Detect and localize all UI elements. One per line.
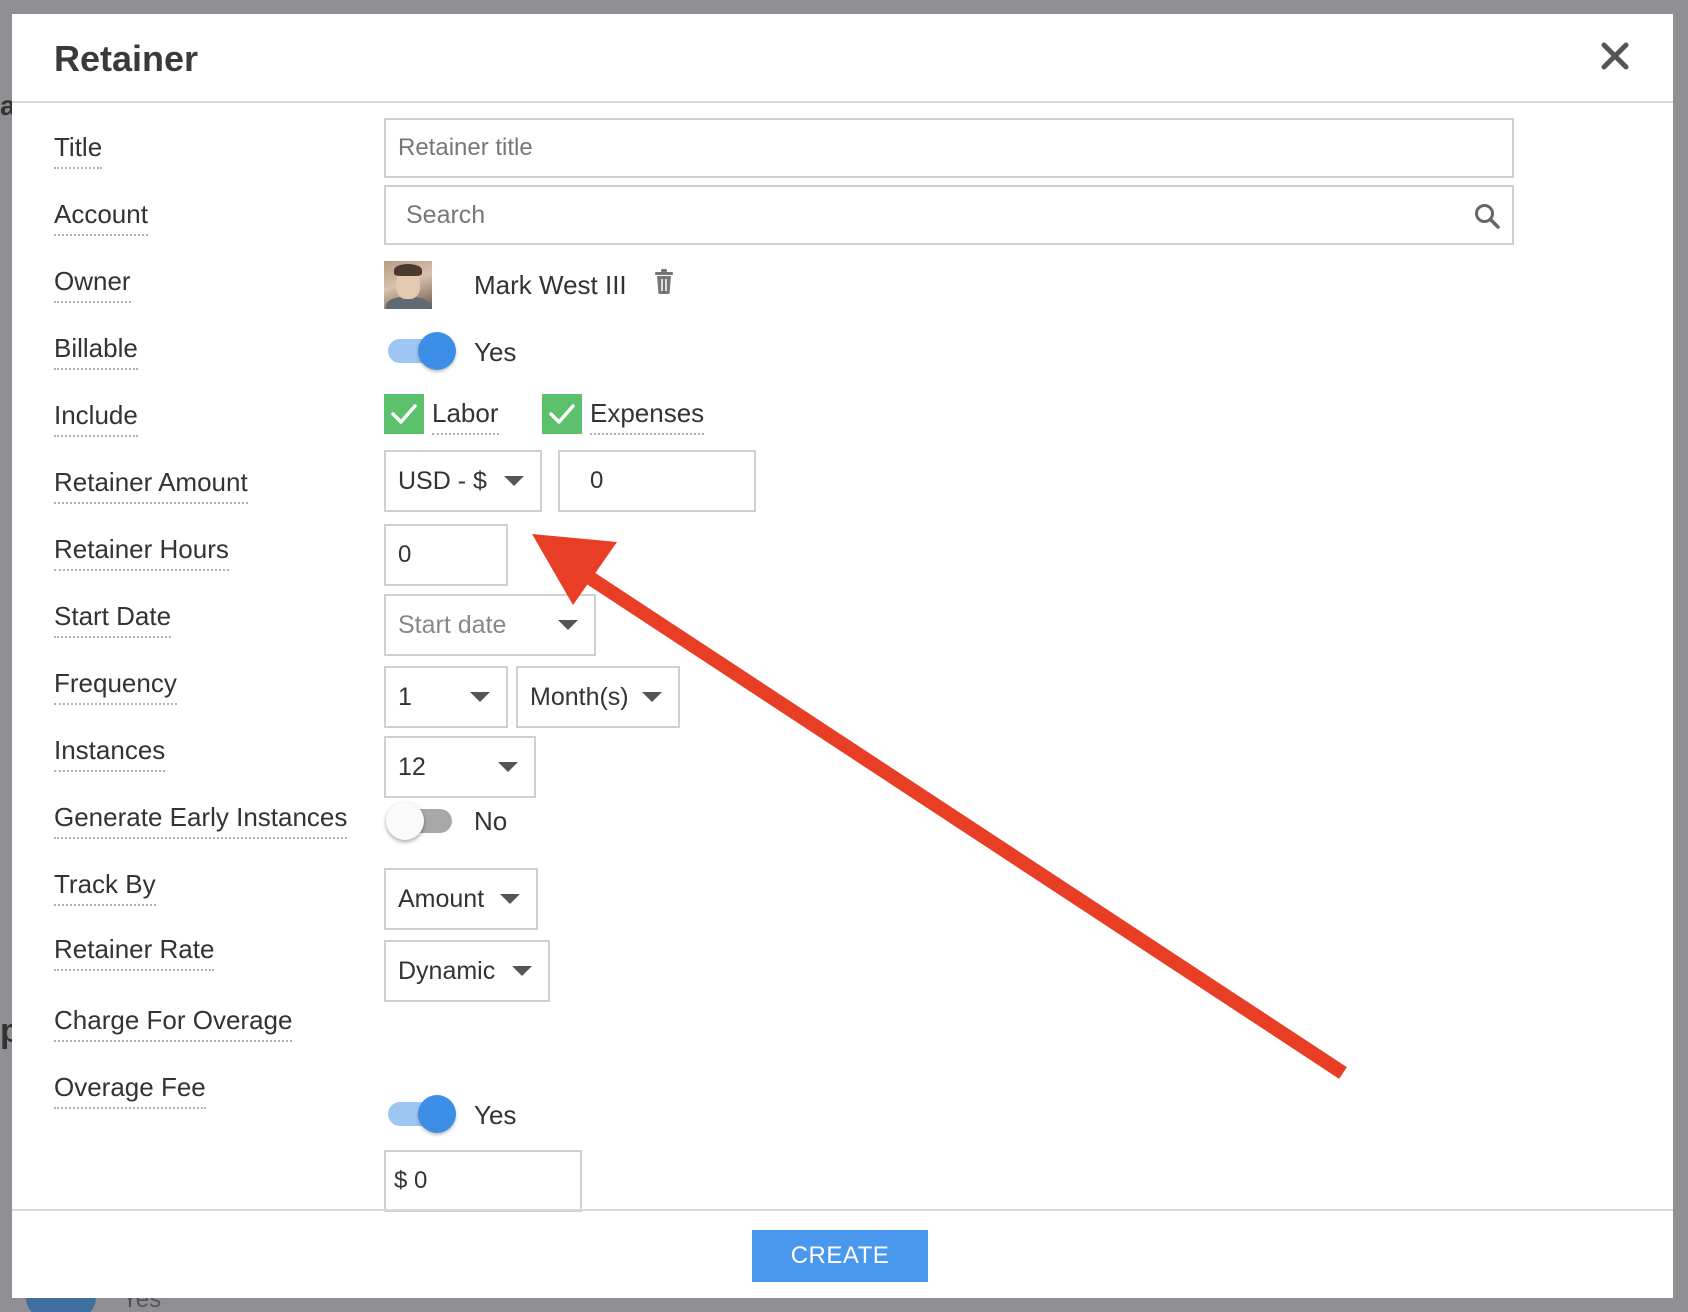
billable-toggle[interactable]: [386, 330, 458, 370]
retainer-amount-input[interactable]: [558, 450, 756, 512]
dialog-header: Retainer: [12, 14, 1673, 103]
retainer-rate-label: Retainer Rate: [54, 934, 215, 971]
frequency-count-select[interactable]: 1: [384, 666, 508, 728]
overage-fee-input[interactable]: [384, 1150, 582, 1212]
owner-label: Owner: [54, 266, 131, 303]
charge-for-overage-label: Charge For Overage: [54, 1005, 293, 1042]
start-date-picker[interactable]: Start date: [384, 594, 596, 656]
account-label: Account: [54, 199, 148, 236]
expenses-checkbox[interactable]: [542, 394, 582, 434]
frequency-unit-value: Month(s): [530, 682, 629, 711]
account-search: [384, 185, 1514, 245]
billable-toggle-text: Yes: [474, 337, 517, 367]
instances-select[interactable]: 12: [384, 736, 536, 798]
retainer-hours-input[interactable]: [384, 524, 508, 586]
labor-checkbox-label[interactable]: Labor: [432, 398, 499, 435]
retainer-rate-value: Dynamic: [398, 956, 496, 985]
chevron-down-icon: [470, 692, 490, 702]
retainer-hours-label: Retainer Hours: [54, 534, 229, 571]
instances-label: Instances: [54, 735, 166, 772]
frequency-label: Frequency: [54, 668, 177, 705]
chevron-down-icon: [512, 966, 532, 976]
currency-select-value: USD - $: [398, 466, 487, 495]
chevron-down-icon: [498, 762, 518, 772]
generate-early-instances-toggle-text: No: [474, 806, 508, 836]
retainer-amount-label: Retainer Amount: [54, 467, 248, 504]
account-search-input[interactable]: [384, 185, 1514, 245]
generate-early-instances-label: Generate Early Instances: [54, 802, 348, 839]
track-by-label: Track By: [54, 869, 156, 906]
avatar: [384, 261, 432, 309]
owner-name: Mark West III: [474, 270, 627, 300]
chevron-down-icon: [504, 476, 524, 486]
charge-for-overage-toggle-text: Yes: [474, 1100, 517, 1130]
track-by-value: Amount: [398, 884, 485, 913]
chevron-down-icon: [558, 620, 578, 630]
overage-fee-label: Overage Fee: [54, 1072, 206, 1109]
chevron-down-icon: [642, 692, 662, 702]
start-date-placeholder: Start date: [398, 610, 507, 639]
retainer-dialog: Retainer Title Account Owner Mark West I…: [12, 14, 1673, 1298]
track-by-select[interactable]: Amount: [384, 868, 538, 930]
dialog-footer: CREATE: [12, 1209, 1673, 1298]
expenses-checkbox-label[interactable]: Expenses: [590, 398, 705, 435]
billable-label: Billable: [54, 333, 138, 370]
charge-for-overage-switch[interactable]: [386, 1093, 458, 1133]
frequency-count-value: 1: [398, 682, 412, 711]
chevron-down-icon: [500, 894, 520, 904]
trash-icon[interactable]: [652, 268, 676, 296]
include-label: Include: [54, 400, 138, 437]
start-date-label: Start Date: [54, 601, 172, 638]
title-label: Title: [54, 132, 103, 169]
currency-select[interactable]: USD - $: [384, 450, 542, 512]
generate-early-instances-toggle[interactable]: [386, 800, 458, 840]
instances-value: 12: [398, 752, 426, 781]
labor-checkbox[interactable]: [384, 394, 424, 434]
dialog-title: Retainer: [54, 38, 199, 79]
retainer-rate-select[interactable]: Dynamic: [384, 940, 550, 1002]
create-button[interactable]: CREATE: [752, 1230, 928, 1282]
title-input[interactable]: [384, 118, 1514, 178]
search-icon[interactable]: [1474, 203, 1500, 229]
frequency-unit-select[interactable]: Month(s): [516, 666, 680, 728]
close-icon[interactable]: [1595, 36, 1635, 76]
